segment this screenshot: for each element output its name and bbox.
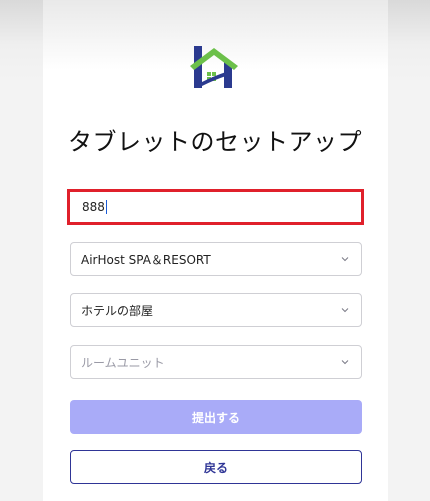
chevron-down-icon (341, 308, 349, 313)
submit-button[interactable]: 提出する (70, 400, 362, 434)
room-type-select-value: ホテルの部屋 (81, 303, 154, 318)
chevron-down-icon (341, 360, 349, 365)
room-unit-placeholder: ルームユニット (81, 355, 165, 370)
house-h-logo-icon (190, 46, 238, 88)
chevron-down-icon (341, 257, 349, 262)
hotel-select-value: AirHost SPA＆RESORT (81, 252, 211, 267)
code-input[interactable]: 888 (67, 189, 364, 225)
hotel-select[interactable]: AirHost SPA＆RESORT (70, 242, 362, 276)
code-input-value: 888 (82, 200, 105, 214)
back-button[interactable]: 戻る (70, 450, 362, 484)
page-title: タブレットのセットアップ (68, 128, 362, 156)
room-type-select[interactable]: ホテルの部屋 (70, 293, 362, 327)
text-caret (105, 200, 107, 214)
room-unit-select[interactable]: ルームユニット (70, 345, 362, 379)
